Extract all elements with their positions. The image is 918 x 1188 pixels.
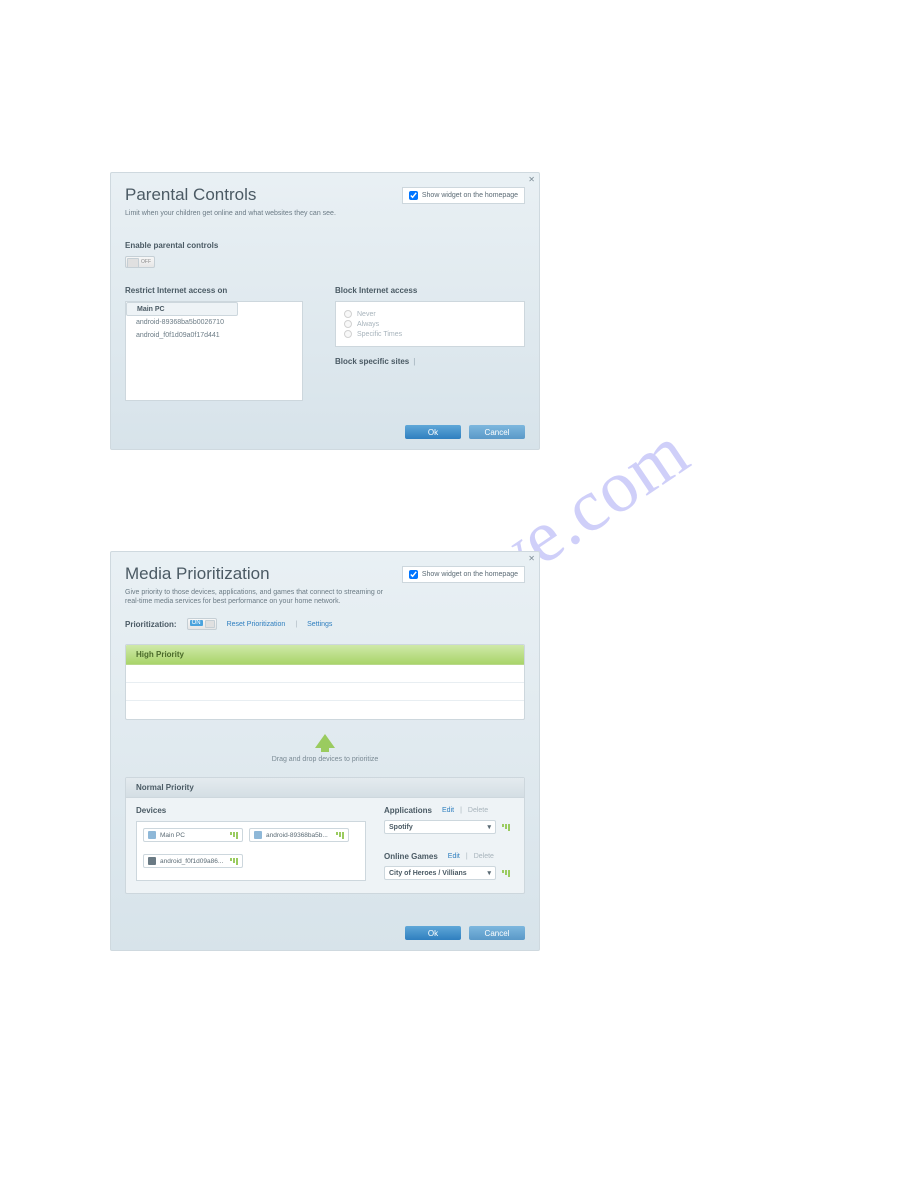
high-priority-slot[interactable]: [126, 683, 524, 701]
toggle-off-text: OFF: [141, 259, 151, 265]
games-delete-link[interactable]: Delete: [474, 853, 494, 860]
block-access-label: Block Internet access: [335, 286, 525, 295]
applications-delete-link[interactable]: Delete: [468, 807, 488, 814]
list-item[interactable]: android-89368ba5b0026710: [126, 316, 302, 329]
page-subtitle: Give priority to those devices, applicat…: [125, 588, 395, 606]
restrict-label: Restrict Internet access on: [125, 286, 303, 295]
ok-button[interactable]: Ok: [405, 425, 461, 439]
high-priority-slot[interactable]: [126, 701, 524, 719]
cancel-button[interactable]: Cancel: [469, 926, 525, 940]
block-access-box: Never Always Specific Times: [335, 301, 525, 347]
prioritization-toggle[interactable]: ON: [187, 618, 217, 630]
device-chip[interactable]: android_f0f1d09a86...: [143, 854, 243, 868]
device-chip[interactable]: android-89368ba5b...: [249, 828, 349, 842]
page-subtitle: Limit when your children get online and …: [125, 209, 395, 218]
show-widget-checkbox[interactable]: [409, 570, 418, 579]
radio-never[interactable]: [344, 310, 352, 318]
chevron-down-icon: ▾: [487, 869, 491, 877]
device-list[interactable]: Main PC android-89368ba5b0026710 android…: [125, 301, 303, 401]
enable-toggle[interactable]: OFF: [125, 256, 155, 268]
block-option-always[interactable]: Always: [344, 320, 516, 328]
signal-bars-icon: [502, 870, 510, 877]
phone-icon: [148, 857, 156, 865]
online-games-label: Online Games: [384, 852, 438, 861]
toggle-on-text: ON: [190, 620, 203, 626]
show-widget-toggle[interactable]: Show widget on the homepage: [402, 566, 525, 583]
show-widget-label: Show widget on the homepage: [422, 571, 518, 578]
show-widget-label: Show widget on the homepage: [422, 192, 518, 199]
device-chip[interactable]: Main PC: [143, 828, 243, 842]
devices-label: Devices: [136, 806, 366, 815]
high-priority-header: High Priority: [126, 645, 524, 665]
block-option-specific[interactable]: Specific Times: [344, 330, 516, 338]
media-prioritization-panel: ✕ Media Prioritization Give priority to …: [110, 551, 540, 951]
normal-priority-box: Normal Priority Devices Main PC: [125, 777, 525, 894]
parental-controls-panel: ✕ Parental Controls Limit when your chil…: [110, 172, 540, 450]
show-widget-checkbox[interactable]: [409, 191, 418, 200]
normal-priority-header: Normal Priority: [126, 778, 524, 798]
pc-icon: [254, 831, 262, 839]
signal-bars-icon: [230, 832, 238, 839]
cancel-button[interactable]: Cancel: [469, 425, 525, 439]
applications-edit-link[interactable]: Edit: [442, 807, 454, 814]
pc-icon: [148, 831, 156, 839]
block-option-never[interactable]: Never: [344, 310, 516, 318]
enable-label: Enable parental controls: [125, 241, 525, 250]
high-priority-slot[interactable]: [126, 665, 524, 683]
close-icon[interactable]: ✕: [528, 175, 535, 184]
signal-bars-icon: [336, 832, 344, 839]
reset-prioritization-link[interactable]: Reset Prioritization: [227, 621, 286, 628]
show-widget-toggle[interactable]: Show widget on the homepage: [402, 187, 525, 204]
application-select[interactable]: Spotify ▾: [384, 820, 496, 834]
settings-link[interactable]: Settings: [307, 621, 332, 628]
ok-button[interactable]: Ok: [405, 926, 461, 940]
radio-specific[interactable]: [344, 330, 352, 338]
list-item[interactable]: Main PC: [126, 302, 238, 316]
prioritization-label: Prioritization:: [125, 620, 177, 629]
signal-bars-icon: [502, 824, 510, 831]
drag-hint: Drag and drop devices to prioritize: [125, 734, 525, 763]
list-item[interactable]: android_f0f1d09a0f17d441: [126, 329, 302, 342]
game-select[interactable]: City of Heroes / Villians ▾: [384, 866, 496, 880]
applications-label: Applications: [384, 806, 432, 815]
high-priority-box: High Priority: [125, 644, 525, 720]
close-icon[interactable]: ✕: [528, 554, 535, 563]
drag-hint-text: Drag and drop devices to prioritize: [125, 756, 525, 763]
signal-bars-icon: [230, 858, 238, 865]
block-sites-label: Block specific sites|: [335, 357, 525, 366]
radio-always[interactable]: [344, 320, 352, 328]
chevron-down-icon: ▾: [487, 823, 491, 831]
games-edit-link[interactable]: Edit: [448, 853, 460, 860]
devices-box: Main PC android-89368ba5b... android_f0f: [136, 821, 366, 881]
